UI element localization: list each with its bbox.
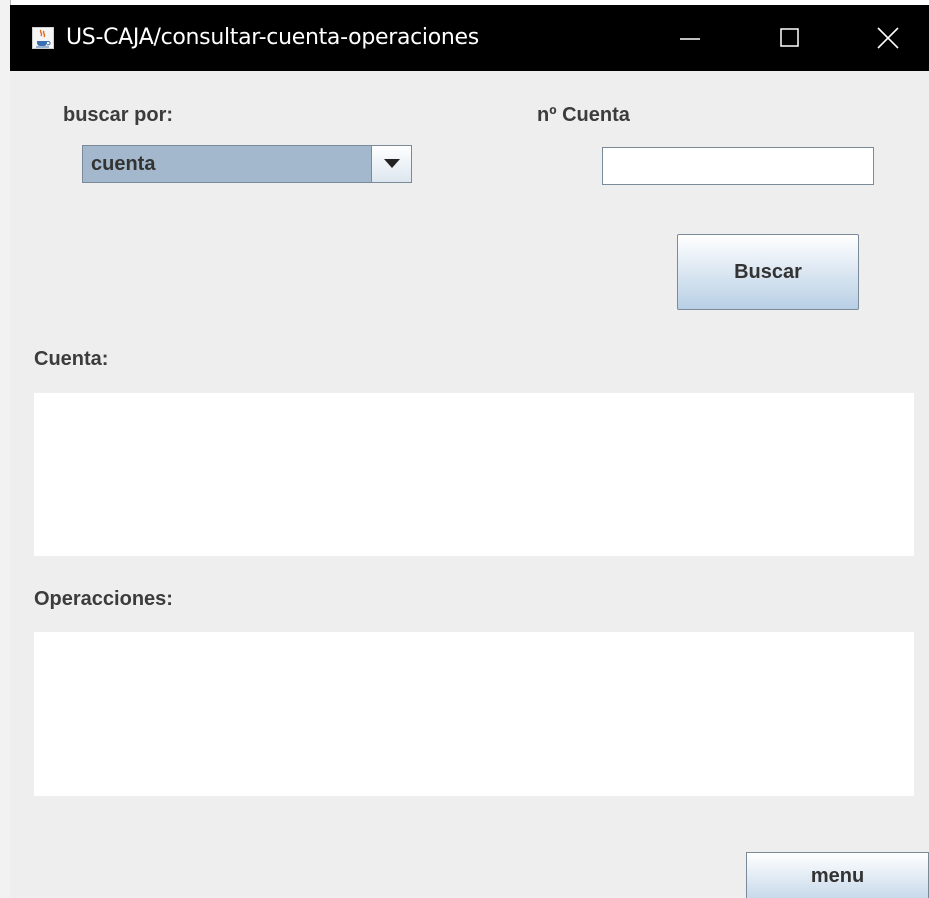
account-section-label: Cuenta: xyxy=(34,348,109,370)
search-button[interactable]: Buscar xyxy=(677,234,859,310)
operations-section-label: Operacciones: xyxy=(34,588,173,610)
close-button[interactable] xyxy=(856,5,916,71)
title-bar[interactable]: US-CAJA/consultar-cuenta-operaciones xyxy=(10,5,929,71)
dropdown-arrow-button[interactable] xyxy=(371,146,411,182)
operations-list-area[interactable] xyxy=(34,632,914,796)
minimize-button[interactable] xyxy=(660,5,720,71)
account-details-area[interactable] xyxy=(34,393,914,556)
app-window: US-CAJA/consultar-cuenta-operaciones bus… xyxy=(10,5,929,898)
window-title: US-CAJA/consultar-cuenta-operaciones xyxy=(66,25,479,50)
account-number-input[interactable] xyxy=(602,147,874,185)
account-number-label: nº Cuenta xyxy=(537,104,630,126)
search-by-selected-value: cuenta xyxy=(91,153,156,175)
menu-button[interactable]: menu xyxy=(746,852,929,898)
close-icon xyxy=(877,27,899,49)
menu-button-label: menu xyxy=(810,865,865,887)
minimize-icon xyxy=(680,38,700,40)
search-button-label: Buscar xyxy=(734,260,802,283)
java-cup-icon xyxy=(32,27,54,49)
maximize-button[interactable] xyxy=(760,5,820,71)
chevron-down-icon xyxy=(384,159,400,168)
maximize-icon xyxy=(780,28,799,47)
search-by-dropdown[interactable]: cuenta xyxy=(82,145,412,183)
search-by-label: buscar por: xyxy=(63,104,174,126)
